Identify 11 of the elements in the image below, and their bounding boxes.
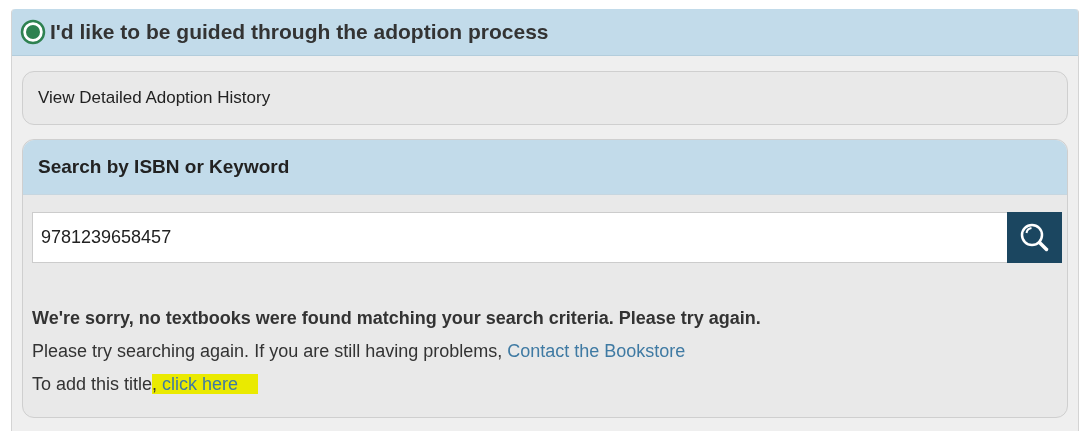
contact-link[interactable]: Contact the Bookstore <box>507 341 686 361</box>
radio-button[interactable] <box>20 19 46 45</box>
add-title-text: To add this title, click here <box>32 374 1067 395</box>
option-label: I'd like to be guided through the adoption process <box>50 20 549 44</box>
card-header: Search by ISBN or Keyword <box>23 140 1067 195</box>
add-title-link[interactable]: click here <box>162 374 239 394</box>
help-text: Please try searching again. If you are still having problems, Contact the Bookstore <box>32 341 687 362</box>
history-link[interactable]: View Detailed Adoption History <box>22 71 1068 125</box>
search-button[interactable] <box>1007 212 1062 263</box>
error-message: We're sorry, no textbooks were found matching your search criteria. Please try again. <box>32 308 762 329</box>
search-field[interactable]: 9781239658457 <box>32 212 1007 263</box>
